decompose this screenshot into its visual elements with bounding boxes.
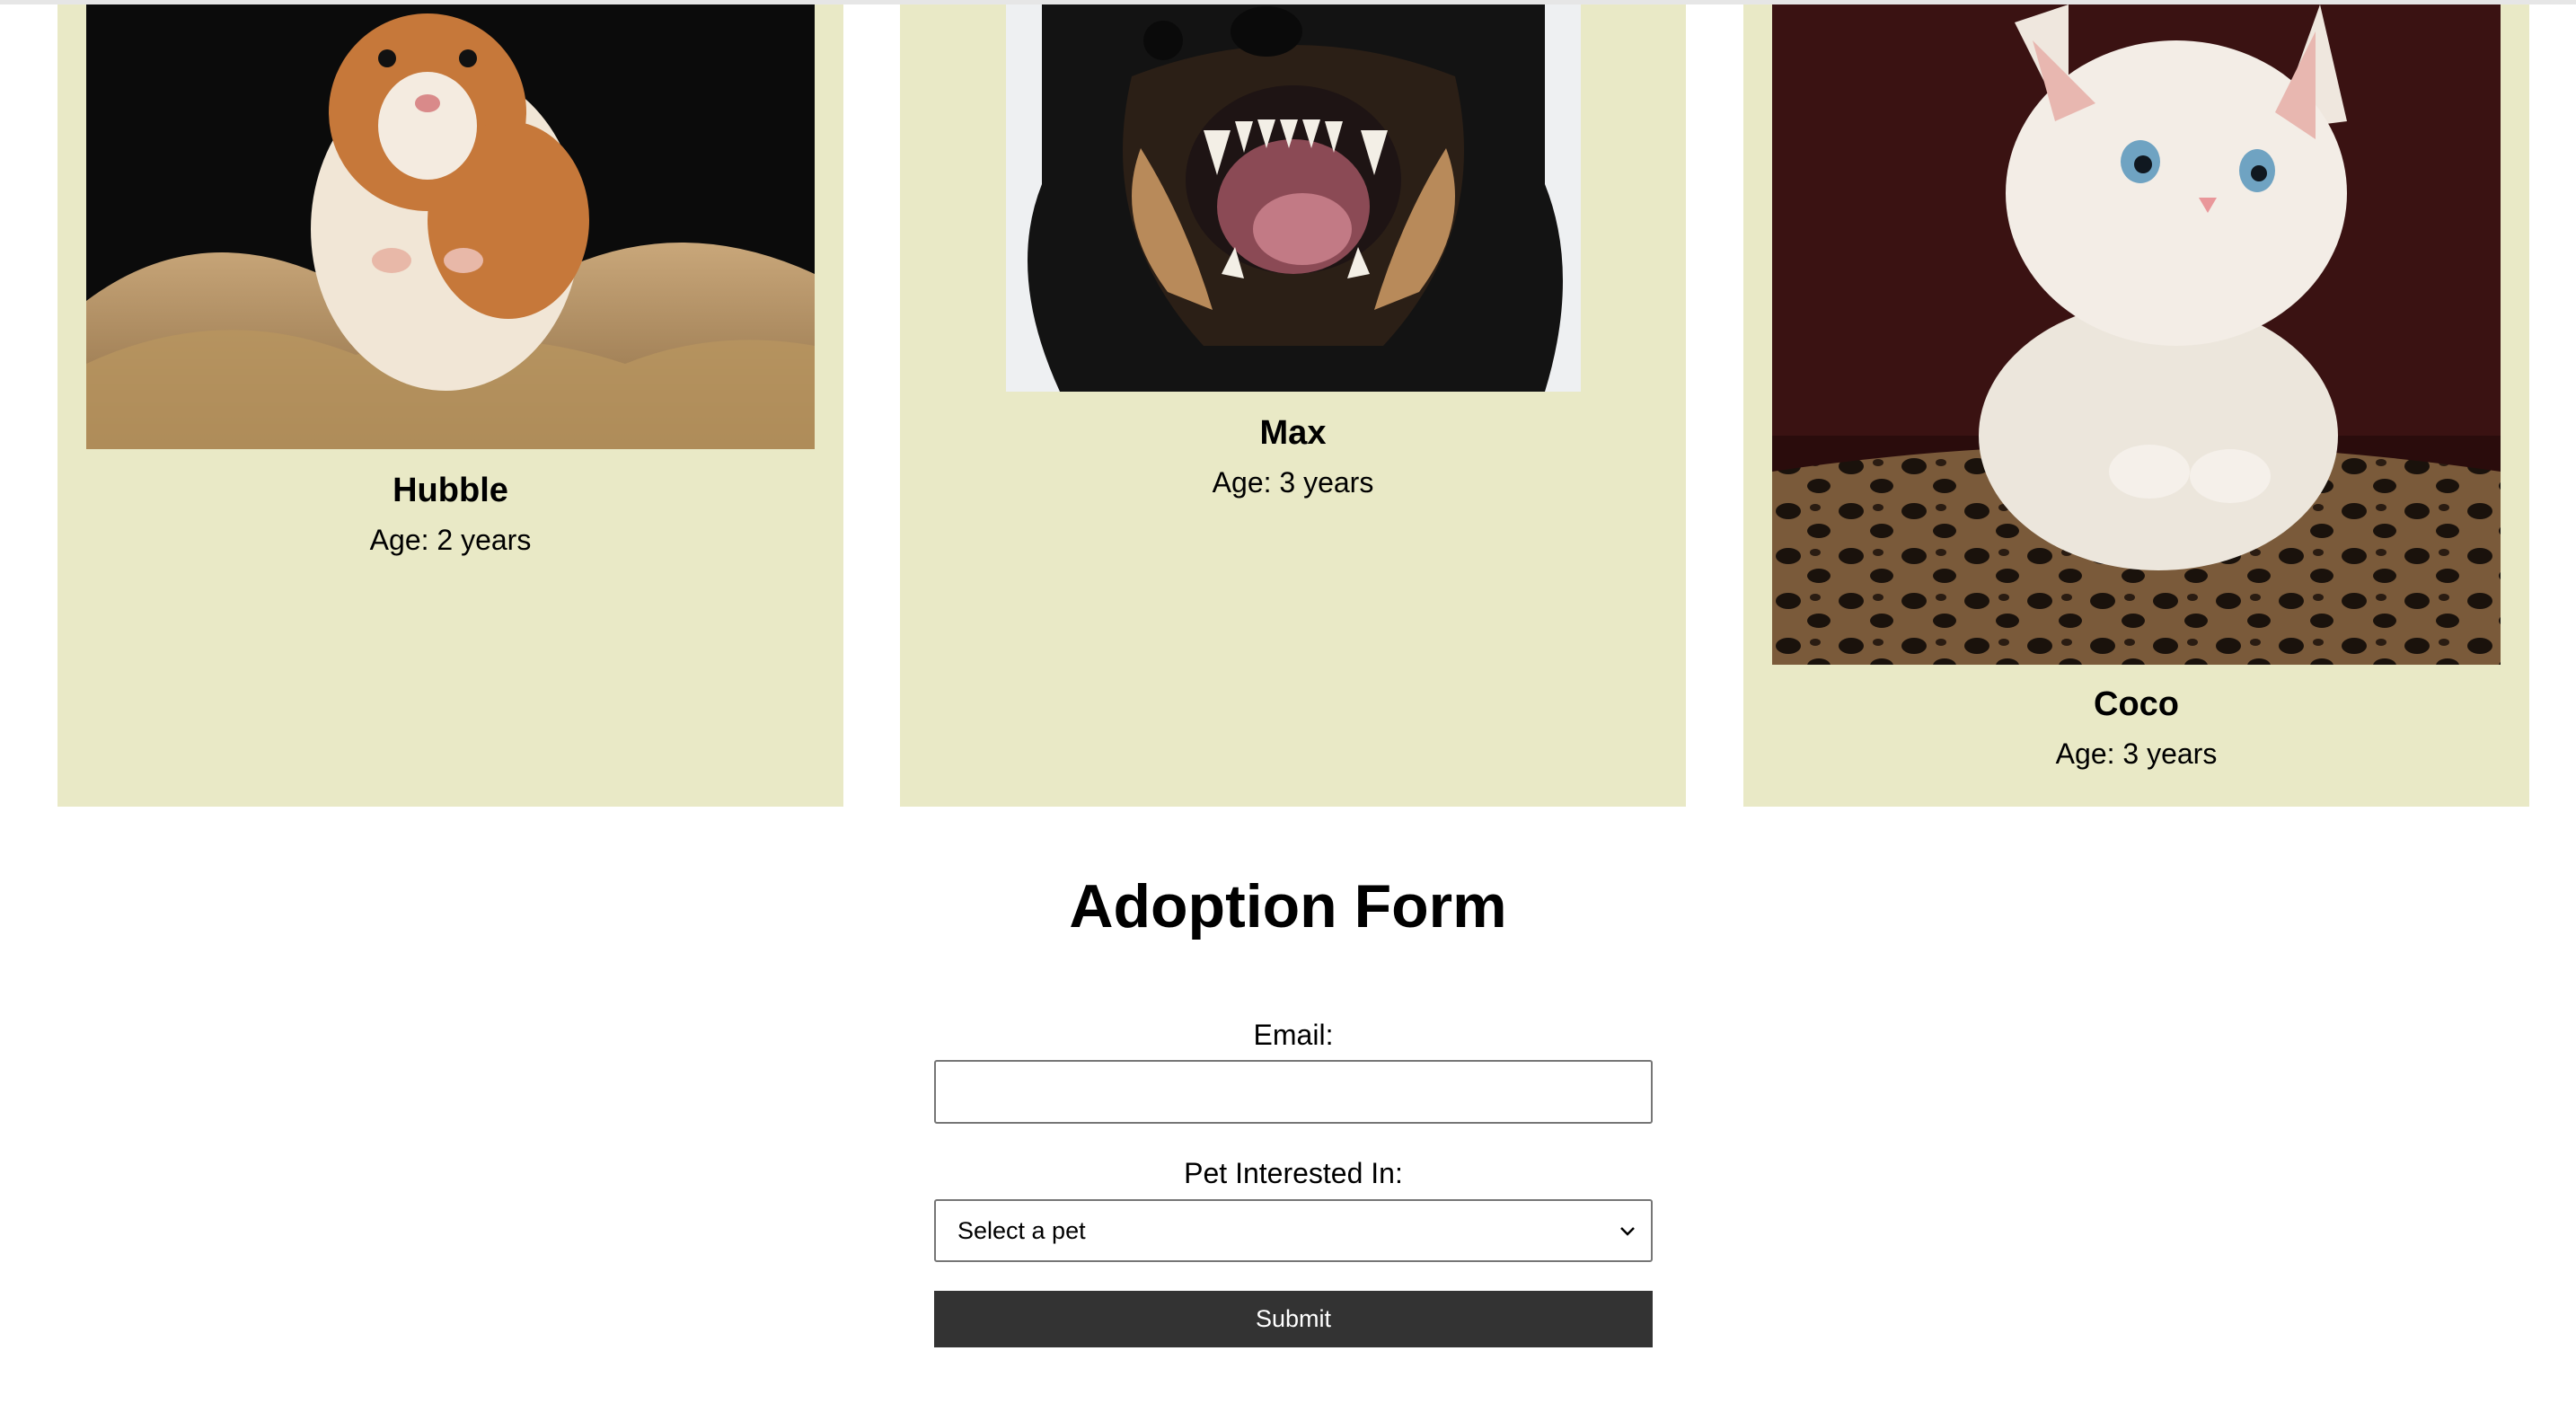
email-input[interactable] bbox=[934, 1060, 1653, 1124]
pet-select-value: Select a pet bbox=[957, 1216, 1086, 1244]
pet-card-hubble: Hubble Age: 2 years bbox=[57, 4, 843, 807]
pet-age: Age: 3 years bbox=[2055, 737, 2218, 770]
submit-button[interactable]: Submit bbox=[934, 1291, 1653, 1347]
pet-name: Coco bbox=[2094, 685, 2179, 723]
pet-name: Max bbox=[1259, 414, 1327, 452]
pet-select-label: Pet Interested In: bbox=[1184, 1157, 1403, 1189]
dog-photo bbox=[1006, 4, 1581, 392]
pet-card-max: Max Age: 3 years bbox=[900, 4, 1686, 807]
form-title: Adoption Form bbox=[1069, 872, 1507, 940]
kitten-photo bbox=[1772, 4, 2501, 665]
hamster-photo bbox=[86, 4, 815, 449]
pet-age: Age: 3 years bbox=[1212, 466, 1374, 499]
pet-name: Hubble bbox=[393, 472, 508, 509]
pet-select[interactable]: Select a pet bbox=[934, 1199, 1653, 1262]
chevron-down-icon bbox=[1620, 1227, 1635, 1236]
pet-age: Age: 2 years bbox=[369, 524, 532, 556]
email-label: Email: bbox=[1253, 1019, 1334, 1051]
pet-card-coco: Coco Age: 3 years bbox=[1743, 4, 2529, 807]
